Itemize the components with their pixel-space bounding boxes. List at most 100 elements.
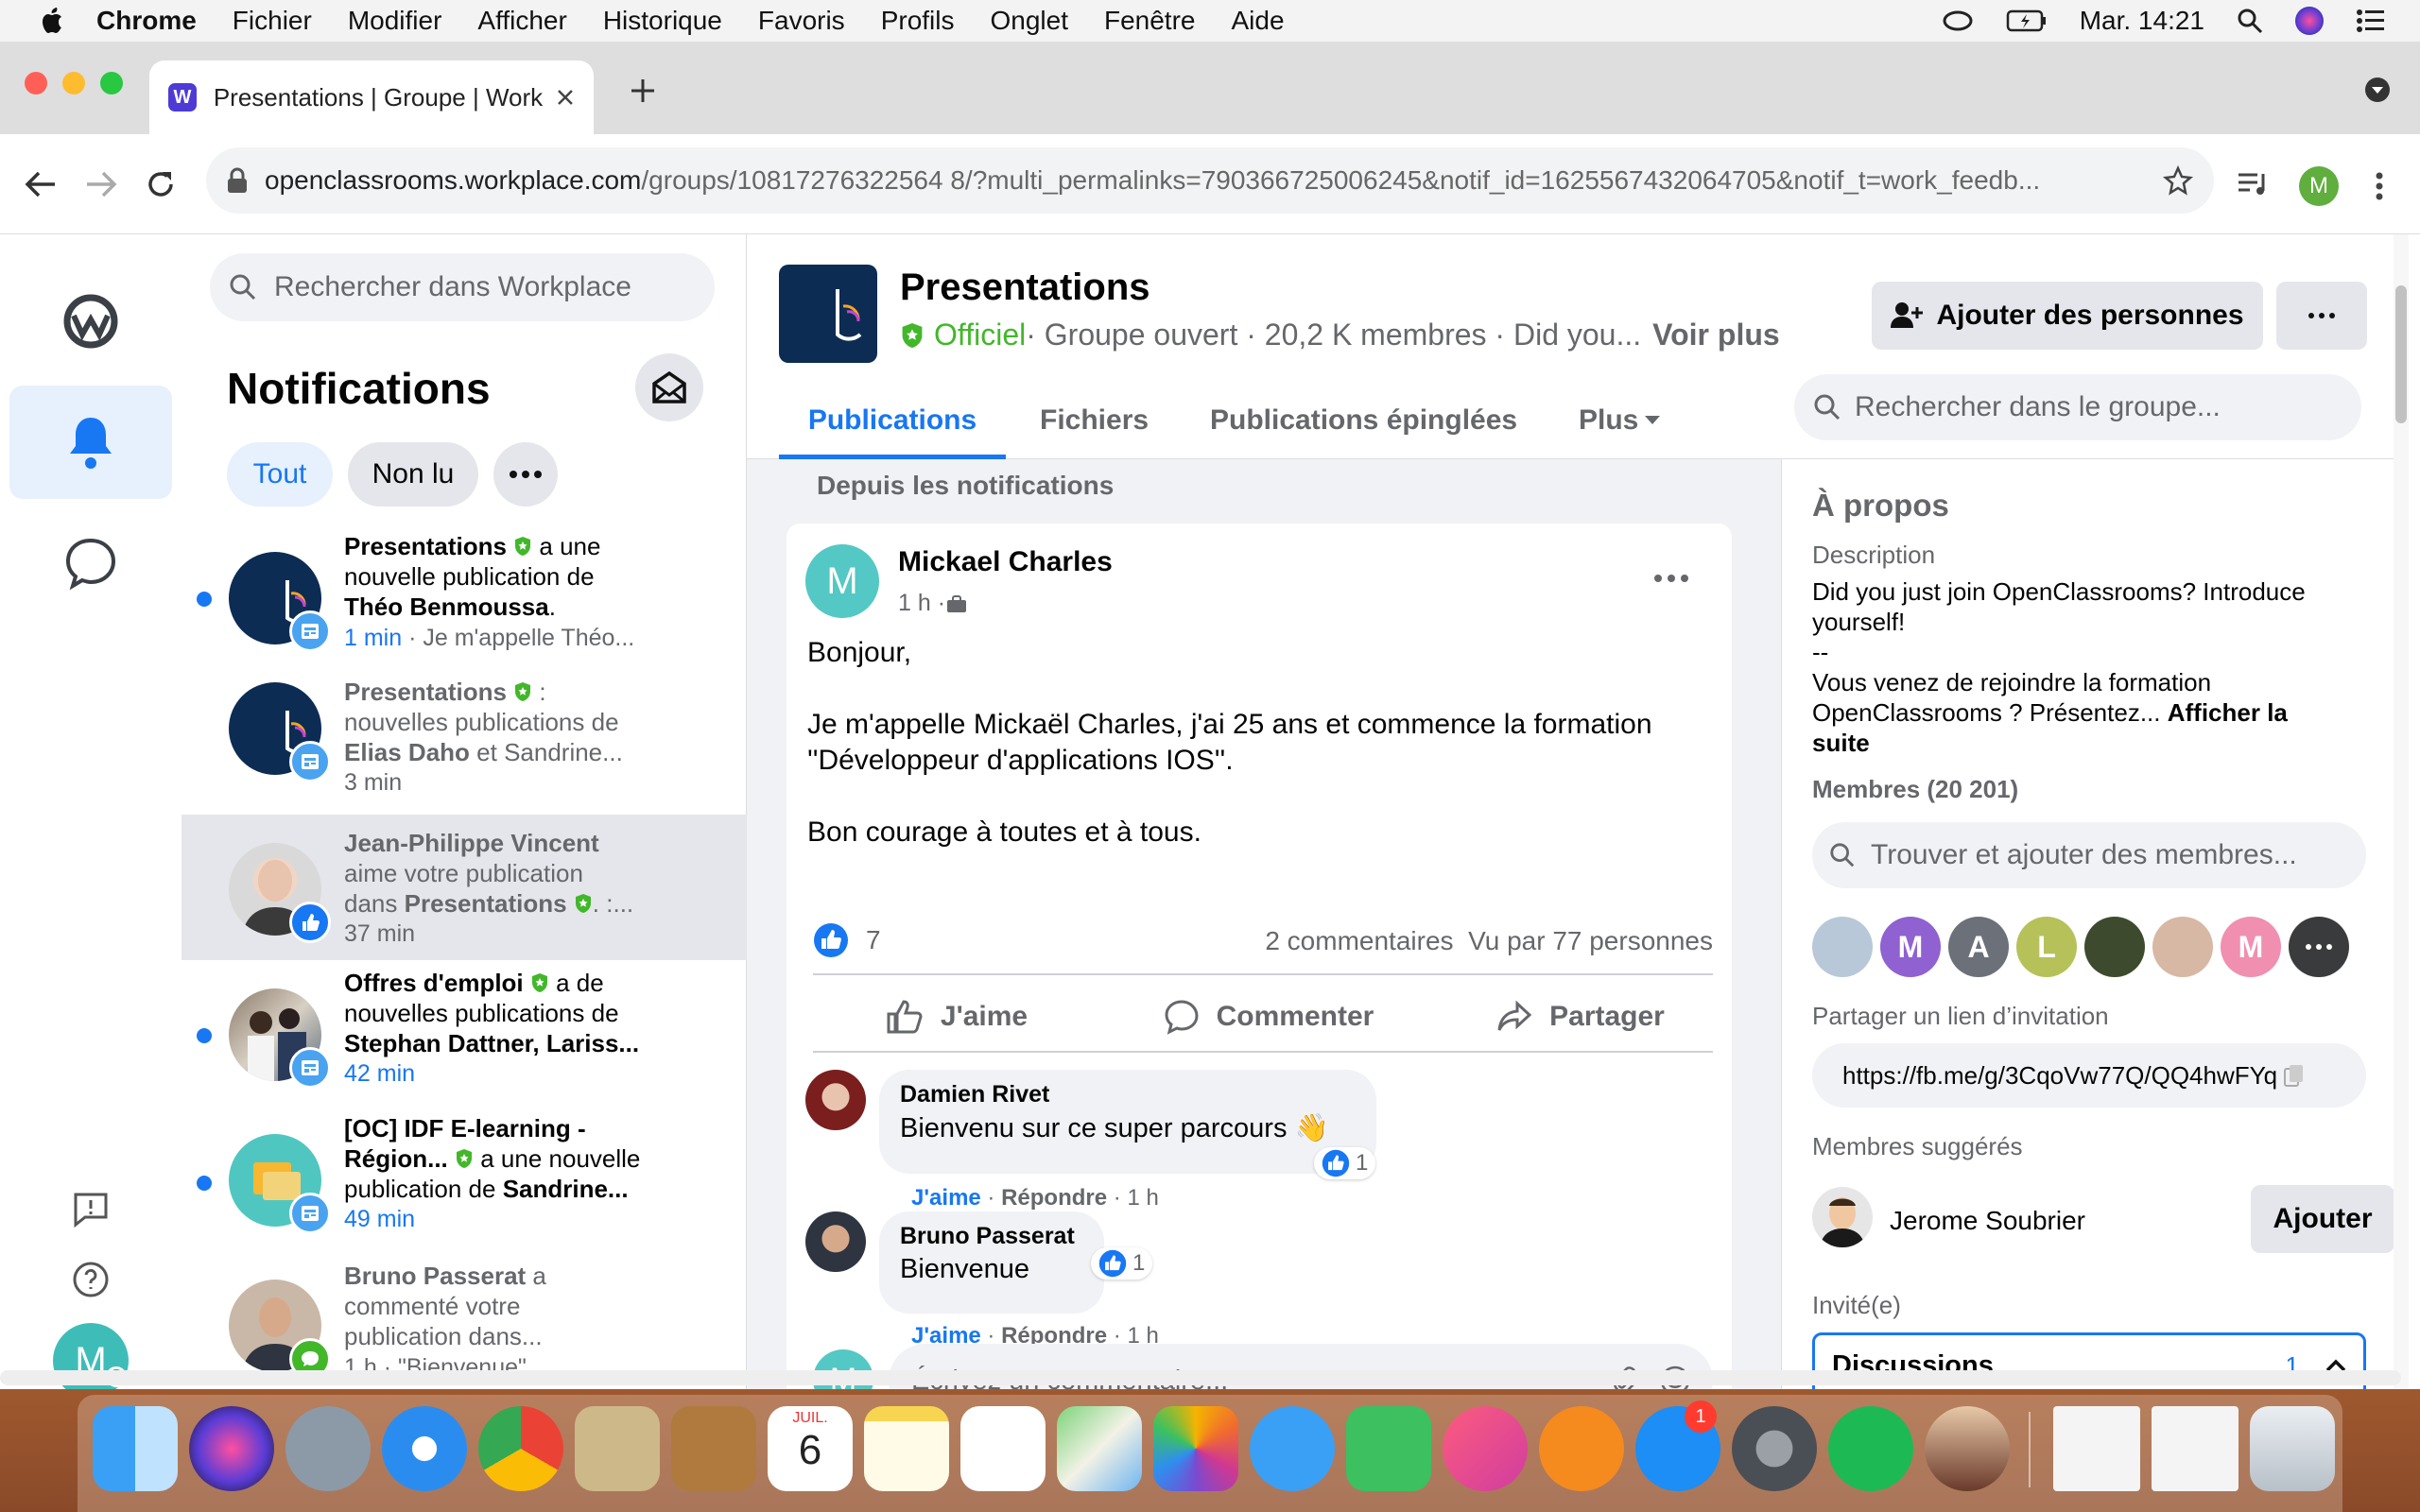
like-button[interactable]: J'aime: [843, 983, 1070, 1051]
nav-notifications-active[interactable]: [9, 386, 172, 499]
feedback-icon[interactable]: [72, 1191, 110, 1228]
post-author-name[interactable]: Mickael Charles: [898, 546, 1113, 578]
filter-all-tab[interactable]: Tout: [227, 442, 333, 507]
chat-bubble-icon[interactable]: [62, 535, 119, 592]
tab-close-icon[interactable]: [556, 88, 575, 107]
notification-item[interactable]: Jean-Philippe Vincent aime votre publica…: [182, 815, 747, 960]
creative-cloud-icon[interactable]: [1942, 9, 1974, 33]
tab-plus[interactable]: Plus: [1579, 404, 1661, 437]
recent-window-thumbnail[interactable]: [2053, 1406, 2140, 1491]
add-people-button[interactable]: Ajouter des personnes: [1872, 282, 2263, 350]
add-member-button[interactable]: Ajouter: [2251, 1185, 2394, 1253]
back-arrow-icon[interactable]: [25, 170, 57, 198]
post-author-avatar[interactable]: M: [805, 544, 879, 618]
close-window-button[interactable]: [25, 72, 47, 94]
launchpad-icon[interactable]: [285, 1406, 371, 1491]
menu-profils[interactable]: Profils: [881, 6, 955, 36]
battery-icon[interactable]: [2006, 9, 2048, 33]
facetime-icon[interactable]: [1346, 1406, 1431, 1491]
suggested-member-name[interactable]: Jerome Soubrier: [1890, 1206, 2085, 1236]
member-avatar[interactable]: A: [1948, 917, 2009, 977]
notification-item[interactable]: [OC] IDF E-learning - Région... a une no…: [182, 1106, 747, 1251]
menu-fichier[interactable]: Fichier: [233, 6, 312, 36]
menubar-clock[interactable]: Mar. 14:21: [2080, 6, 2204, 36]
notification-item[interactable]: Bruno Passerat a commenté votre publicat…: [182, 1251, 747, 1389]
photos-icon[interactable]: [1153, 1406, 1238, 1491]
new-tab-icon[interactable]: [630, 77, 656, 104]
mail-icon[interactable]: [575, 1406, 660, 1491]
find-members-input[interactable]: Trouver et ajouter des membres...: [1812, 822, 2366, 888]
help-icon[interactable]: [72, 1261, 110, 1298]
notes-icon[interactable]: [864, 1406, 949, 1491]
reload-icon[interactable]: [146, 169, 176, 199]
chrome-menu-icon[interactable]: [2375, 172, 2384, 200]
menu-afficher[interactable]: Afficher: [477, 6, 566, 36]
calendar-icon[interactable]: JUIL. 6: [768, 1406, 853, 1491]
comment-button[interactable]: Commenter: [1146, 983, 1392, 1051]
commenter-avatar[interactable]: [805, 1211, 866, 1272]
menu-favoris[interactable]: Favoris: [758, 6, 845, 36]
tab-publications[interactable]: Publications: [779, 393, 1006, 459]
browser-tab[interactable]: W Presentations | Groupe | Workp: [149, 60, 594, 134]
notification-item[interactable]: Offres d'emploi a de nouvelles publicati…: [182, 960, 747, 1106]
workplace-search-input[interactable]: Rechercher dans Workplace: [210, 253, 715, 321]
bookmark-star-icon[interactable]: [2163, 165, 2193, 196]
post-reactions[interactable]: 7: [813, 922, 881, 958]
menu-historique[interactable]: Historique: [603, 6, 722, 36]
chrome-dock-icon[interactable]: [478, 1406, 563, 1491]
contacts-icon[interactable]: [671, 1406, 756, 1491]
copy-icon[interactable]: [2283, 1063, 2306, 1088]
menu-onglet[interactable]: Onglet: [990, 6, 1068, 36]
post-stats[interactable]: 2 commentaires Vu par 77 personnes: [1221, 926, 1713, 956]
music-icon[interactable]: [1443, 1406, 1528, 1491]
member-avatar[interactable]: L: [2016, 917, 2077, 977]
messages-icon[interactable]: [1250, 1406, 1335, 1491]
control-center-icon[interactable]: [2356, 9, 2386, 33]
address-bar[interactable]: openclassrooms.workplace.com /groups/108…: [206, 147, 2214, 214]
comments-count[interactable]: 2 commentaires: [1265, 926, 1453, 955]
see-more-link[interactable]: Voir plus: [1652, 318, 1780, 352]
mark-all-read-button[interactable]: [635, 353, 703, 421]
filter-unread-tab[interactable]: Non lu: [348, 442, 478, 507]
post-options-icon[interactable]: [1654, 575, 1688, 582]
page-scrollbar-thumb[interactable]: [2395, 285, 2407, 423]
media-control-icon[interactable]: [2237, 170, 2269, 198]
more-members-button[interactable]: [2289, 917, 2349, 977]
maps-icon[interactable]: [1057, 1406, 1142, 1491]
tab-search-icon[interactable]: [2363, 76, 2392, 104]
commenter-avatar[interactable]: [805, 1070, 866, 1130]
invite-link-field[interactable]: https://fb.me/g/3CqoVw77Q/QQ4hwFYq: [1812, 1043, 2366, 1108]
zoom-window-button[interactable]: [100, 72, 123, 94]
member-avatar[interactable]: M: [1880, 917, 1941, 977]
show-more-link[interactable]: Afficher la: [2168, 698, 2288, 727]
group-cover-thumbnail[interactable]: [779, 265, 877, 363]
system-preferences-icon[interactable]: [1732, 1406, 1817, 1491]
minimize-window-button[interactable]: [62, 72, 85, 94]
books-icon[interactable]: [1539, 1406, 1624, 1491]
member-avatar[interactable]: [2084, 917, 2145, 977]
group-more-button[interactable]: [2276, 282, 2367, 350]
member-avatar[interactable]: [2152, 917, 2213, 977]
commenter-name[interactable]: Bruno Passerat: [900, 1223, 1083, 1250]
comment-reaction-count[interactable]: 1: [1314, 1147, 1376, 1179]
comment-like-link[interactable]: J'aime: [911, 1185, 981, 1211]
menu-modifier[interactable]: Modifier: [348, 6, 442, 36]
horizontal-scrollbar[interactable]: [0, 1370, 2401, 1385]
chrome-profile-avatar[interactable]: M: [2299, 166, 2339, 206]
menu-aide[interactable]: Aide: [1231, 6, 1284, 36]
share-button[interactable]: Partager: [1467, 983, 1694, 1051]
member-avatar[interactable]: M: [2221, 917, 2281, 977]
suggested-member-avatar[interactable]: [1812, 1187, 1873, 1247]
workplace-logo-icon[interactable]: [62, 293, 119, 350]
notification-item[interactable]: Presentations a une nouvelle publication…: [182, 527, 747, 673]
siri-icon[interactable]: [2295, 7, 2324, 35]
tab-fichiers[interactable]: Fichiers: [1040, 404, 1149, 437]
lock-icon[interactable]: [227, 167, 248, 194]
filter-more-button[interactable]: [493, 442, 558, 507]
menu-app-name[interactable]: Chrome: [96, 6, 197, 36]
apple-icon[interactable]: [40, 7, 64, 35]
comment-reply-link[interactable]: Répondre: [1001, 1185, 1107, 1211]
forward-arrow-icon[interactable]: [85, 170, 117, 198]
finder-icon[interactable]: [93, 1406, 178, 1491]
tab-publications-epinglees[interactable]: Publications épinglées: [1210, 404, 1517, 437]
